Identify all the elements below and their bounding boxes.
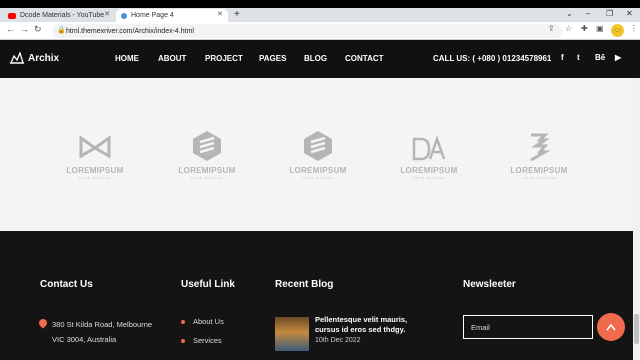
tab-label: Home Page 4 [131, 12, 174, 19]
tab-home-page[interactable]: Home Page 4 ✕ [116, 9, 228, 22]
new-tab-button[interactable]: + [234, 9, 240, 20]
brand-hex-icon [304, 131, 332, 161]
contact-address: 380 St Kilda Road, Melbourne VIC 3004, A… [37, 317, 165, 347]
brand-tag: YOUR SLOGAN [78, 176, 112, 180]
close-window-button[interactable]: ✕ [626, 9, 633, 18]
url-text: html.themexriver.com/Archix/index-4.html [66, 27, 194, 35]
nav-blog[interactable]: BLOG [304, 54, 327, 63]
lock-icon: 🔒 [57, 27, 66, 34]
blog-thumbnail[interactable] [275, 317, 309, 351]
brand-logo[interactable]: LOREMIPSUM YOUR SLOGAN [384, 128, 474, 180]
address-line: 380 St Kilda Road, Melbourne [52, 320, 153, 329]
scrollbar-thumb[interactable] [634, 314, 639, 344]
nav-contact[interactable]: CONTACT [345, 54, 384, 63]
brand-m-icon [79, 135, 111, 159]
profile-avatar[interactable]: 😊 [611, 24, 624, 37]
reload-icon[interactable]: ↻ [34, 24, 42, 35]
nav-home[interactable]: HOME [115, 54, 139, 63]
sidepanel-icon[interactable]: ▣ [596, 24, 604, 33]
site-footer: Contact Us 380 St Kilda Road, Melbourne … [0, 231, 640, 360]
brand-logo[interactable]: LOREMIPSUM YOUR SLOGAN [162, 128, 252, 180]
footer-link-services[interactable]: Services [181, 336, 222, 345]
brand-logo[interactable]: LOREMIPSUM YOUR SLOGAN [50, 128, 140, 180]
address-bar: ← → ↻ 🔒 html.themexriver.com/Archix/inde… [0, 22, 640, 40]
scroll-top-button[interactable] [597, 313, 625, 341]
tab-search-icon[interactable]: ⌄ [566, 9, 573, 18]
site-logo[interactable]: Archix [10, 52, 59, 64]
url-input[interactable]: 🔒 html.themexriver.com/Archix/index-4.ht… [52, 24, 562, 38]
useful-links-title: Useful Link [181, 279, 235, 290]
star-icon[interactable]: ☆ [565, 24, 572, 33]
site-header: Archix HOME ABOUT PROJECT PAGES BLOG CON… [0, 40, 640, 78]
call-us-text: CALL US: ( +080 ) 01234578961 [433, 54, 552, 63]
twitter-icon[interactable]: t [577, 53, 580, 62]
minimize-button[interactable]: – [586, 9, 590, 18]
recent-blog-title: Recent Blog [275, 279, 334, 290]
close-icon[interactable]: ✕ [104, 10, 110, 18]
footer-link-about[interactable]: About Us [181, 317, 224, 326]
newsletter-title: Newsleeter [463, 279, 516, 290]
bullet-icon [181, 339, 185, 344]
extensions-icon[interactable]: ✚ [581, 24, 588, 33]
brand-hex-icon [193, 131, 221, 161]
location-pin-icon [37, 317, 49, 329]
logo-text: Archix [28, 52, 60, 64]
brand-name: LOREMIPSUM [510, 166, 568, 175]
brand-name: LOREMIPSUM [66, 166, 124, 175]
brand-tag: YOUR SLOGAN [522, 176, 556, 180]
contact-title: Contact Us [40, 279, 93, 290]
youtube-icon [8, 12, 16, 19]
brand-logo[interactable]: LOREMIPSUM YOUR SLOGAN [494, 128, 584, 180]
back-icon[interactable]: ← [6, 24, 15, 34]
share-icon[interactable]: ⇪ [548, 24, 555, 33]
brand-tag: YOUR SLOGAN [301, 176, 335, 180]
forward-icon[interactable]: → [20, 24, 29, 34]
brand-e-icon [530, 133, 550, 162]
browser-chrome: Dcode Materials - YouTube ✕ Home Page 4 … [0, 8, 640, 40]
building-icon [10, 52, 24, 64]
brand-tag: YOUR SLOGAN [190, 176, 224, 180]
youtube-icon[interactable]: ▶ [615, 53, 621, 62]
email-input[interactable] [463, 315, 593, 339]
website: Archix HOME ABOUT PROJECT PAGES BLOG CON… [0, 40, 640, 360]
menu-icon[interactable]: ⋮ [630, 24, 638, 33]
brand-logo[interactable]: LOREMIPSUM YOUR SLOGAN [273, 128, 363, 180]
blog-post-date: 10th Dec 2022 [315, 337, 361, 344]
facebook-icon[interactable]: f [561, 53, 564, 62]
globe-icon [121, 12, 127, 19]
address-line: VIC 3004, Australia [52, 335, 117, 344]
bullet-icon [181, 320, 185, 325]
screen-top-bar [0, 0, 640, 8]
close-icon[interactable]: ✕ [217, 10, 223, 18]
nav-pages[interactable]: PAGES [259, 54, 286, 63]
brand-da-icon [412, 136, 446, 161]
page-scrollbar[interactable] [633, 78, 640, 360]
behance-icon[interactable]: Bē [595, 53, 605, 62]
tab-strip: Dcode Materials - YouTube ✕ Home Page 4 … [0, 8, 640, 22]
brand-name: LOREMIPSUM [178, 166, 236, 175]
brand-tag: YOUR SLOGAN [412, 176, 446, 180]
brand-logos-section: LOREMIPSUM YOUR SLOGAN LOREMIPSUM YOUR S… [0, 78, 640, 231]
nav-project[interactable]: PROJECT [205, 54, 243, 63]
tab-youtube[interactable]: Dcode Materials - YouTube ✕ [3, 9, 115, 22]
blog-post-title[interactable]: Pellentesque velit mauris, cursus id ero… [315, 315, 425, 335]
maximize-button[interactable]: ❐ [606, 9, 613, 18]
brand-name: LOREMIPSUM [400, 166, 458, 175]
tab-label: Dcode Materials - YouTube [20, 12, 105, 19]
chevron-up-icon [606, 323, 616, 331]
nav-about[interactable]: ABOUT [158, 54, 186, 63]
brand-name: LOREMIPSUM [289, 166, 347, 175]
